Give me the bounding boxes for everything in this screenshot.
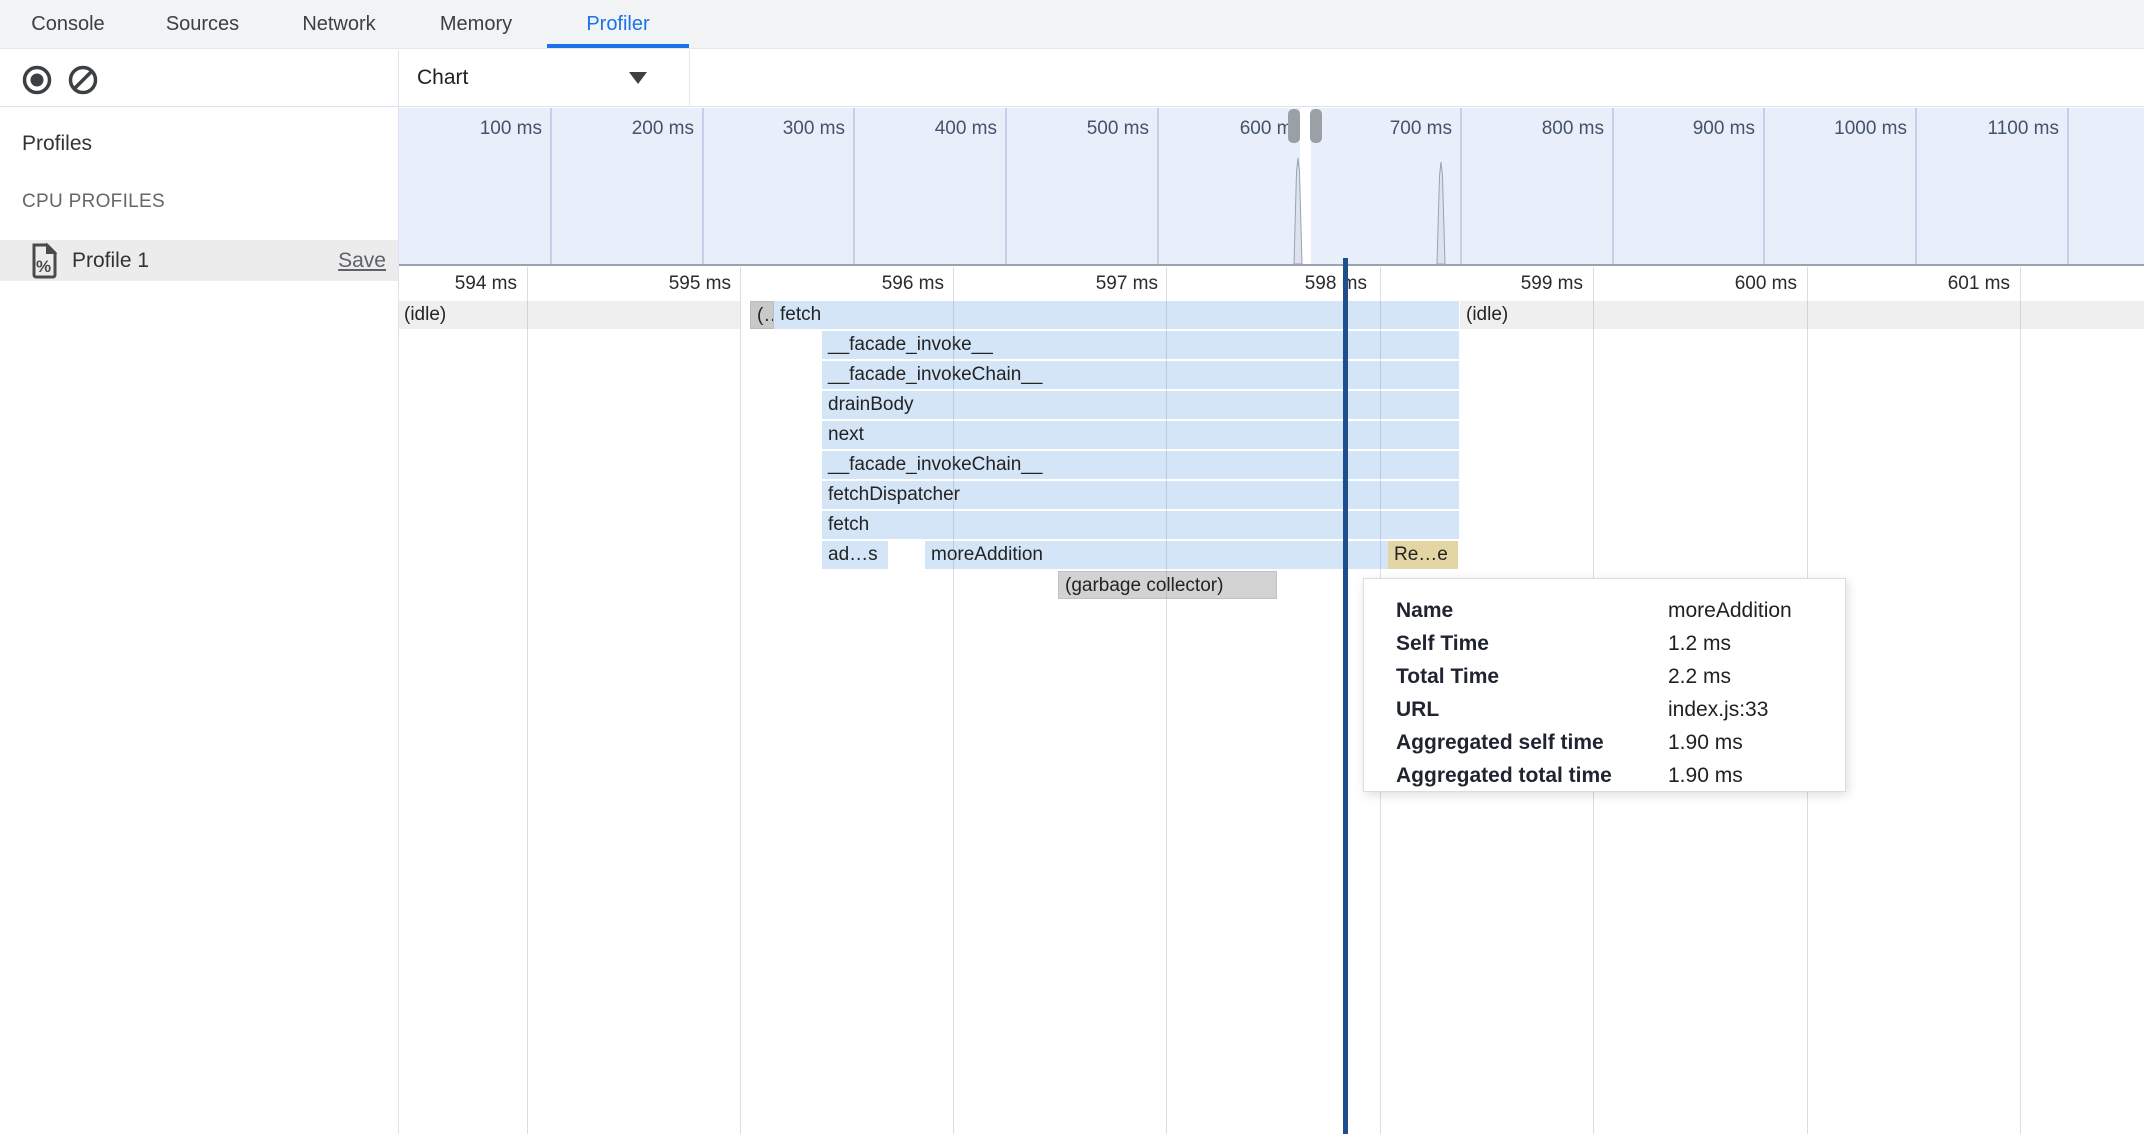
tooltip-row: URLindex.js:33 <box>1396 693 1845 726</box>
tab-profiler[interactable]: Profiler <box>547 0 689 48</box>
tooltip-row-value: index.js:33 <box>1668 693 1768 726</box>
tab-network[interactable]: Network <box>278 0 400 48</box>
tooltip-row: Total Time2.2 ms <box>1396 660 1845 693</box>
toolbar <box>0 50 2144 107</box>
selection-right-handle[interactable] <box>1310 109 1322 143</box>
tab-console[interactable]: Console <box>8 0 128 48</box>
grid-line <box>953 267 954 1134</box>
svg-text:%: % <box>36 257 51 276</box>
ruler-tick-label: 598 ms <box>1305 273 1367 295</box>
tooltip-row-value: 2.2 ms <box>1668 660 1731 693</box>
profile-document-icon: % <box>28 242 60 280</box>
grid-line <box>527 267 528 1134</box>
view-select[interactable]: Chart <box>399 50 690 106</box>
flame-block[interactable]: fetch <box>822 511 1459 539</box>
flame-block[interactable]: __facade_invokeChain__ <box>822 451 1459 479</box>
tooltip-row: NamemoreAddition <box>1396 594 1845 627</box>
tooltip-row-label: Name <box>1396 594 1668 627</box>
flame-block[interactable]: ad…s <box>822 541 888 569</box>
flame-block[interactable]: next <box>822 421 1459 449</box>
time-cursor <box>1343 258 1348 1134</box>
tab-sources[interactable]: Sources <box>140 0 265 48</box>
devtools-profiler-panel: ConsoleSources Network MemoryProfiler Char… <box>0 0 2144 1134</box>
flame-block[interactable]: fetchDispatcher <box>822 481 1459 509</box>
tab-memory[interactable]: Memory <box>415 0 537 48</box>
tooltip-row-value: 1.2 ms <box>1668 627 1731 660</box>
ruler-tick-label: 600 ms <box>1735 273 1797 295</box>
tooltip-row-value: 1.90 ms <box>1668 759 1743 792</box>
record-icon[interactable] <box>20 63 54 97</box>
frame-tooltip: NamemoreAdditionSelf Time1.2 msTotal Tim… <box>1363 578 1846 792</box>
sidebar-divider <box>398 50 399 1134</box>
flame-block[interactable]: (idle) <box>398 301 740 329</box>
flame-chart: (idle)(…fetch(idle)__facade_invoke____fa… <box>0 301 2144 611</box>
tooltip-row-label: Self Time <box>1396 627 1668 660</box>
detail-ruler: 594 ms 595 ms 596 ms 597 ms 598 ms 599 ms 600 … <box>398 267 2144 301</box>
clear-icon[interactable] <box>66 63 100 97</box>
chevron-down-icon <box>629 72 647 84</box>
flame-block[interactable]: (garbage collector) <box>1058 571 1277 599</box>
cpu-activity-spikes <box>398 108 2144 264</box>
flame-block[interactable]: moreAddition <box>925 541 1388 569</box>
tooltip-row: Aggregated self time1.90 ms <box>1396 726 1845 759</box>
grid-line <box>740 267 741 1134</box>
flame-block[interactable]: __facade_invokeChain__ <box>822 361 1459 389</box>
tooltip-row-value: moreAddition <box>1668 594 1792 627</box>
ruler-tick-label: 595 ms <box>669 273 731 295</box>
selection-left-handle[interactable] <box>1288 109 1300 143</box>
tooltip-row-label: Total Time <box>1396 660 1668 693</box>
profiles-heading: Profiles <box>22 132 92 156</box>
ruler-tick-label: 596 ms <box>882 273 944 295</box>
tooltip-row-label: Aggregated total time <box>1396 759 1668 792</box>
profile-name: Profile 1 <box>72 249 149 273</box>
flame-block[interactable]: fetch <box>774 301 1459 329</box>
timeline-overview[interactable]: 100 ms200 ms300 ms400 ms500 ms600 ms700 … <box>398 108 2144 266</box>
grid-line <box>2020 267 2021 1134</box>
save-link[interactable]: Save <box>338 249 386 273</box>
grid-line <box>1166 267 1167 1134</box>
tooltip-row-label: URL <box>1396 693 1668 726</box>
tab-strip: ConsoleSources Network MemoryProfiler <box>0 0 2144 49</box>
cpu-profiles-heading: CPU PROFILES <box>22 191 165 213</box>
sidebar-item-profile-1[interactable]: % Profile 1 Save <box>0 240 398 281</box>
ruler-tick-label: 599 ms <box>1521 273 1583 295</box>
ruler-tick-label: 594 ms <box>455 273 517 295</box>
ruler-tick-label: 601 ms <box>1948 273 2010 295</box>
flame-block[interactable]: (… <box>750 301 774 329</box>
tooltip-row: Self Time1.2 ms <box>1396 627 1845 660</box>
flame-block[interactable]: drainBody <box>822 391 1459 419</box>
tooltip-row: Aggregated total time1.90 ms <box>1396 759 1845 792</box>
flame-block[interactable]: (idle) <box>1460 301 2144 329</box>
flame-block[interactable]: Re…e <box>1388 541 1458 569</box>
flame-block[interactable]: __facade_invoke__ <box>822 331 1459 359</box>
tooltip-row-value: 1.90 ms <box>1668 726 1743 759</box>
tooltip-row-label: Aggregated self time <box>1396 726 1668 759</box>
ruler-tick-label: 597 ms <box>1096 273 1158 295</box>
view-select-value: Chart <box>417 66 468 90</box>
